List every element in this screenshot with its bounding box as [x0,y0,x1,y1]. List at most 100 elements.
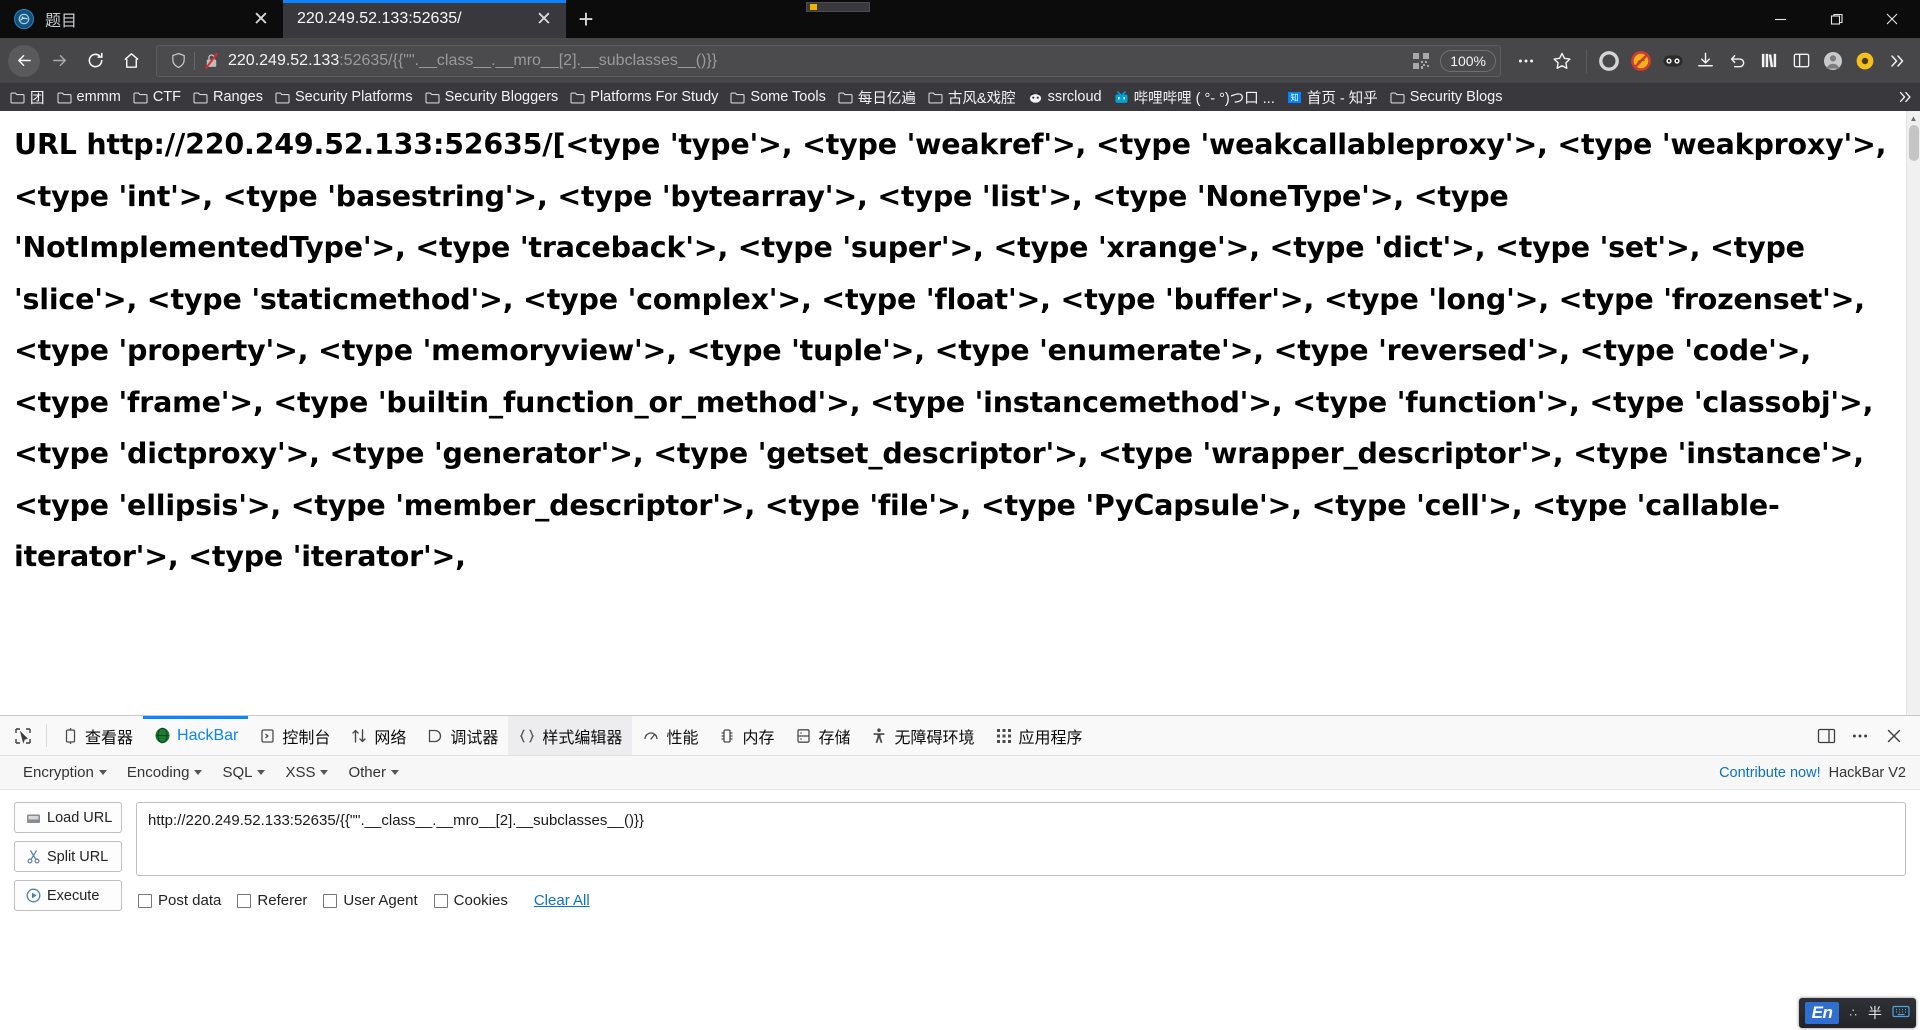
devtools-tab-label-style-editor: 样式编辑器 [542,729,623,747]
hackbar-url-input[interactable]: http://220.249.52.133:52635/{{"".__class… [136,802,1906,876]
hackbar-menu-sql[interactable]: SQL [213,760,274,785]
browser-tab-1[interactable]: 220.249.52.133:52635/ ✕ [283,0,566,38]
bookmark-item-11[interactable]: 哔哩哔哩 ( °- °)つ口 ... [1108,85,1281,109]
devtools-tab-network[interactable]: 网络 [340,716,416,755]
reload-button[interactable] [78,45,112,77]
hackbar-menu-encoding[interactable]: Encoding [118,760,212,785]
bookmark-item-8[interactable]: 每日亿遍 [832,85,922,109]
bookmark-item-0[interactable]: 团 [4,85,51,109]
user-agent-checkbox[interactable]: User Agent [323,892,418,909]
devtools-close-button[interactable] [1878,720,1910,752]
checkbox-box[interactable] [138,893,152,908]
devtools-tab-debugger[interactable]: 调试器 [416,716,508,755]
execute-button-label: Execute [47,887,100,904]
folder-icon [730,91,745,104]
bookmark-item-3[interactable]: Ranges [187,85,269,109]
toolbar-overflow-button[interactable] [1882,46,1912,76]
account-avatar-icon[interactable] [1818,46,1848,76]
clear-all-link[interactable]: Clear All [534,892,590,909]
bookmark-item-12[interactable]: 知 首页 - 知乎 [1281,85,1384,109]
bookmarks-overflow-button[interactable] [1894,83,1916,111]
devtools-tab-hackbar[interactable]: HackBar [143,716,249,755]
referer-checkbox[interactable]: Referer [237,892,307,909]
bookmark-item-10[interactable]: ssrcloud [1022,85,1108,109]
bookmark-label-7: Some Tools [750,89,826,105]
browser-tab-0[interactable]: 题目 ✕ [0,0,283,38]
dock-to-side-icon[interactable] [1810,720,1842,752]
post-data-checkbox[interactable]: Post data [138,892,221,909]
page-scrollbar[interactable]: ▲ [1906,111,1920,715]
extension-icon-adblock[interactable] [1626,46,1656,76]
extension-icon-yellow-dot[interactable] [1850,46,1880,76]
bookmark-item-1[interactable]: emmm [51,85,127,109]
bookmark-item-7[interactable]: Some Tools [724,85,832,109]
home-button[interactable] [114,45,148,77]
bookmark-item-13[interactable]: Security Blogs [1384,85,1509,109]
ime-mode-badge[interactable]: En [1804,1002,1840,1024]
forward-button[interactable] [42,45,76,77]
ime-keyboard-icon[interactable] [1892,1005,1910,1021]
tab-close-button-0[interactable]: ✕ [249,7,273,31]
devtools-tab-style-editor[interactable]: 样式编辑器 [508,716,633,755]
devtools-meatball-menu-button[interactable] [1844,720,1876,752]
tracking-protection-shield-icon[interactable] [165,48,191,74]
downloads-icon[interactable] [1690,46,1720,76]
devtools-tab-storage[interactable]: 存储 [784,716,860,755]
hackbar-menu-xss[interactable]: XSS [276,760,337,785]
sidebar-toggle-icon[interactable] [1786,46,1816,76]
address-bar[interactable]: 220.249.52.133:52635/{{"".__class__.__mr… [156,44,1501,77]
checkbox-box[interactable] [433,893,448,908]
checkbox-box[interactable] [237,893,252,908]
ime-width-toggle[interactable]: 半 [1868,1003,1882,1023]
window-close-button[interactable] [1864,0,1920,38]
bookmark-item-6[interactable]: Platforms For Study [564,85,724,109]
bookmark-item-2[interactable]: CTF [127,85,187,109]
devtools-toolbar: 查看器 HackBar 控制台 网络 调试器 样式编辑器 性能 内存 存储 无障… [0,716,1920,756]
devtools-tab-console[interactable]: 控制台 [248,716,340,755]
bookmark-star-button[interactable] [1545,45,1579,77]
performance-icon [642,727,660,745]
load-url-button[interactable]: Load URL [14,802,122,833]
window-maximize-button[interactable] [1808,0,1864,38]
hackbar-menu-encryption[interactable]: Encryption [14,760,116,785]
undo-close-tab-icon[interactable] [1722,46,1752,76]
scroll-thumb[interactable] [1909,125,1919,161]
storage-icon [794,727,812,745]
hackbar-contribute-link[interactable]: Contribute now! [1719,765,1821,781]
hackbar-menu-other[interactable]: Other [339,760,408,785]
chevron-down-icon [257,770,266,775]
new-tab-button[interactable]: + [566,0,606,38]
qr-code-icon[interactable] [1408,48,1434,74]
window-minimize-button[interactable] [1752,0,1808,38]
address-bar-host: 220.249.52.133 [228,51,340,69]
page-actions-button[interactable] [1509,45,1543,77]
bookmark-item-5[interactable]: Security Bloggers [419,85,565,109]
insecure-connection-crossed-lock-icon[interactable] [198,48,224,74]
cookies-checkbox[interactable]: Cookies [433,892,508,909]
element-picker-icon[interactable] [4,716,42,755]
extension-icon-circle[interactable] [1594,46,1624,76]
execute-button[interactable]: Execute [14,880,122,911]
devtools-toolbar-spacer [1093,716,1810,755]
devtools-tab-performance[interactable]: 性能 [632,716,708,755]
devtools-tab-inspector[interactable]: 查看器 [51,716,143,755]
page-body-text: URL http://220.249.52.133:52635/[<type '… [14,128,1887,573]
ime-punctuation-toggle[interactable]: ∴ [1849,1006,1858,1020]
extension-icon-hackbar[interactable] [1658,46,1688,76]
scroll-up-arrow[interactable]: ▲ [1907,111,1920,125]
back-button[interactable] [8,44,40,77]
library-icon[interactable] [1754,46,1784,76]
bookmark-item-9[interactable]: 古风&戏腔 [922,85,1022,109]
split-url-button[interactable]: Split URL [14,841,122,872]
devtools-tab-memory[interactable]: 内存 [708,716,784,755]
zoom-level-badge[interactable]: 100% [1440,49,1496,72]
debugger-icon [426,727,444,745]
devtools-tab-accessibility[interactable]: 无障碍环境 [860,716,984,755]
address-bar-text[interactable]: 220.249.52.133:52635/{{"".__class__.__mr… [224,52,1408,70]
split-url-button-label: Split URL [47,848,109,865]
hackbar-menu-label-sql: SQL [222,764,253,781]
devtools-tab-application[interactable]: 应用程序 [985,716,1093,755]
bookmark-item-4[interactable]: Security Platforms [269,85,419,109]
checkbox-box[interactable] [323,893,338,908]
tab-close-button-1[interactable]: ✕ [532,7,556,31]
